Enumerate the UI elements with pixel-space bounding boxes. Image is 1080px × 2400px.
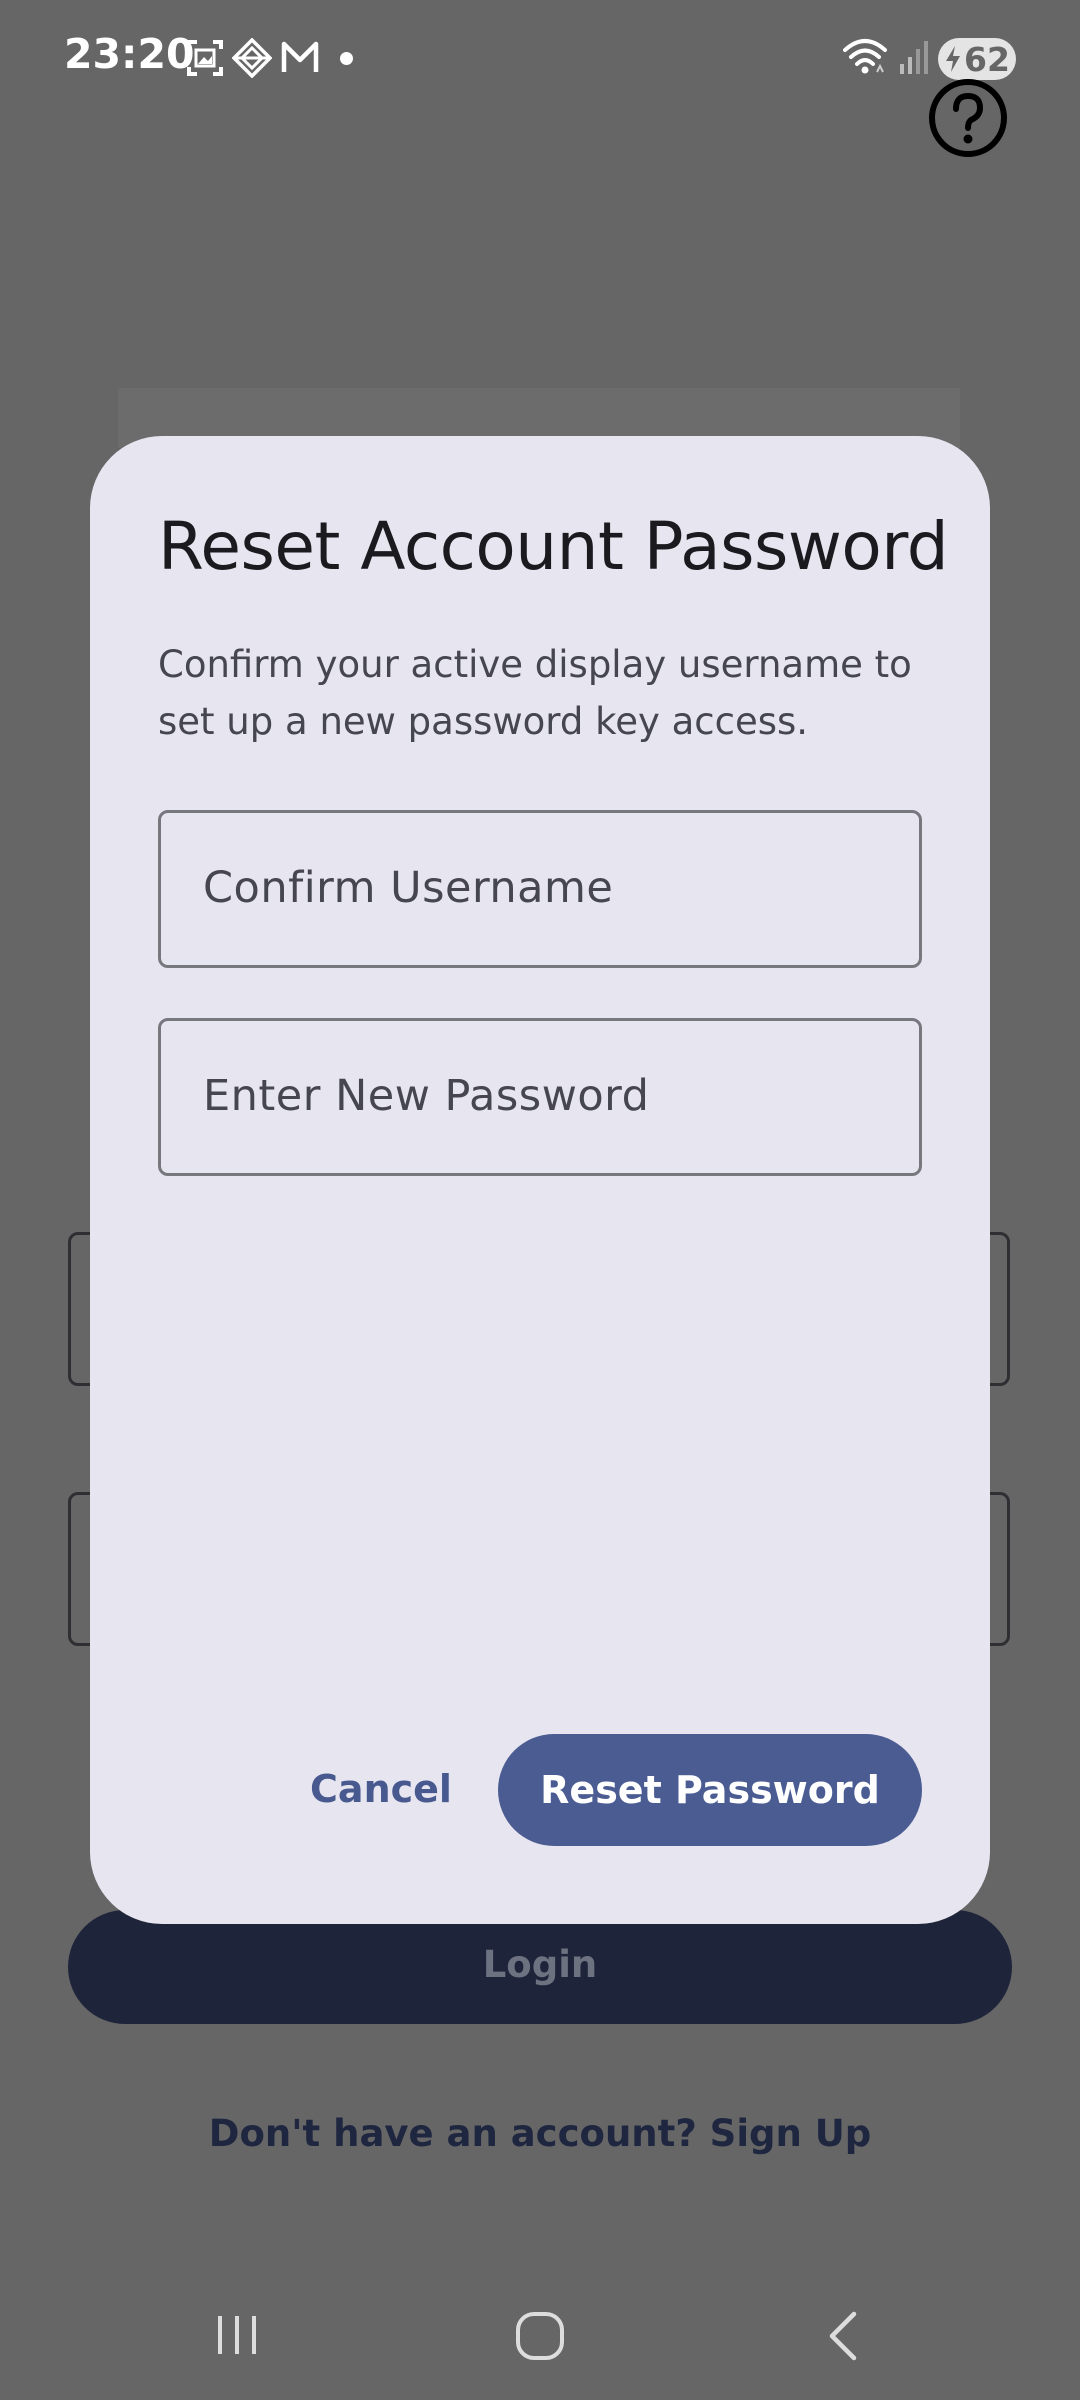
- new-password-field[interactable]: Enter New Password: [158, 1018, 922, 1176]
- battery-level: 62: [964, 40, 1010, 79]
- recent-apps-icon[interactable]: [212, 2310, 262, 2360]
- signal-icon: [900, 41, 928, 74]
- more-dot-icon: [340, 52, 353, 65]
- screenshot-icon: [187, 40, 223, 76]
- login-button: Login: [68, 1910, 1012, 2024]
- charging-bolt-icon: [946, 46, 960, 72]
- confirm-username-field[interactable]: Confirm Username: [158, 810, 922, 968]
- wifi-icon: [843, 39, 887, 74]
- reset-password-dialog: Reset Account Password Confirm your acti…: [90, 436, 990, 1924]
- dialog-title: Reset Account Password: [158, 508, 949, 585]
- battery-charging-icon: 62: [938, 38, 1016, 80]
- help-circle-icon[interactable]: [926, 76, 1010, 160]
- diamond-app-icon: [232, 38, 272, 78]
- new-password-placeholder: Enter New Password: [203, 1071, 650, 1121]
- confirm-username-placeholder: Confirm Username: [203, 863, 614, 913]
- signup-link: Don't have an account? Sign Up: [208, 2112, 872, 2155]
- login-button-label: Login: [482, 1943, 598, 1986]
- gmail-icon: [281, 41, 319, 72]
- navigation-bar: [0, 2280, 1080, 2400]
- cancel-button[interactable]: Cancel: [296, 1734, 466, 1844]
- status-bar: 23:20 62: [0, 0, 1080, 118]
- back-icon[interactable]: [822, 2310, 866, 2362]
- home-icon[interactable]: [514, 2310, 566, 2362]
- reset-password-button[interactable]: Reset Password: [498, 1734, 922, 1846]
- dialog-message: Confirm your active display username to …: [158, 643, 912, 743]
- status-time: 23:20: [64, 30, 195, 78]
